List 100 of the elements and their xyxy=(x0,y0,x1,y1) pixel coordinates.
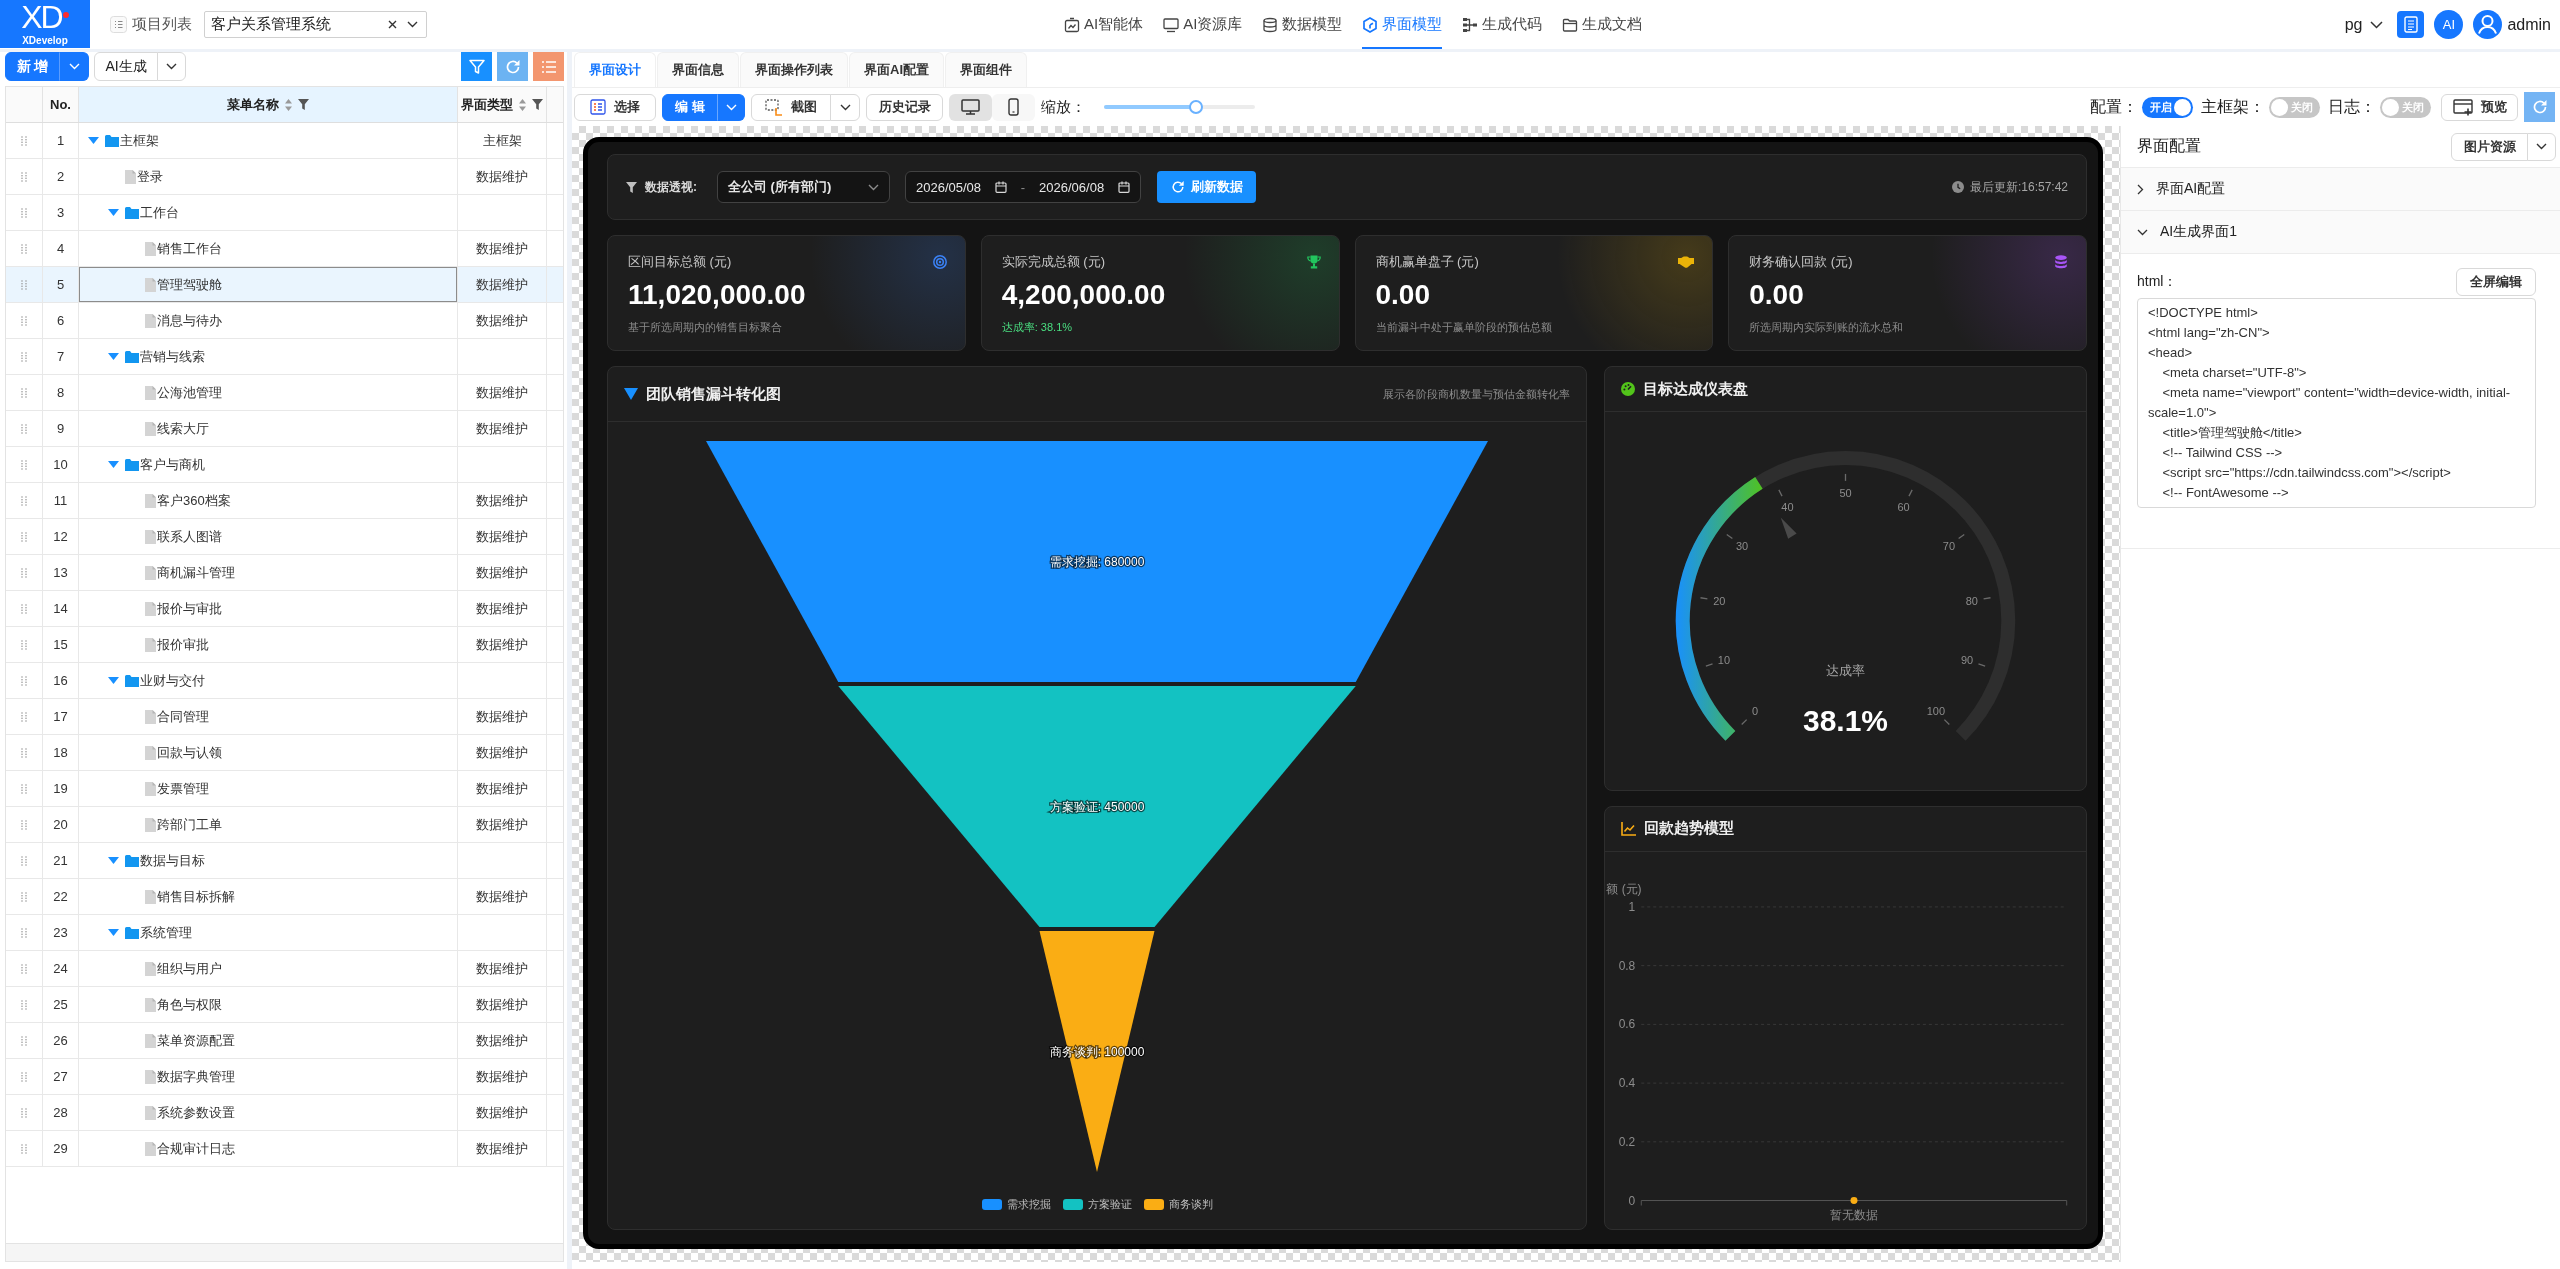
table-row[interactable]: 17 合同管理 数据维护 xyxy=(6,699,563,735)
calendar-icon[interactable] xyxy=(994,181,1007,193)
table-row[interactable]: 19 发票管理 数据维护 xyxy=(6,771,563,807)
drag-handle-icon[interactable] xyxy=(21,351,27,362)
table-row[interactable]: 29 合规审计日志 数据维护 xyxy=(6,1131,563,1167)
refresh-button[interactable] xyxy=(497,52,528,81)
drag-handle-icon[interactable] xyxy=(21,999,27,1010)
table-row[interactable]: 14 报价与审批 数据维护 xyxy=(6,591,563,627)
sort-icon[interactable] xyxy=(285,98,292,111)
collapse-header[interactable]: 界面AI配置 xyxy=(2121,167,2560,210)
drag-handle-icon[interactable] xyxy=(21,639,27,650)
drag-handle-icon[interactable] xyxy=(21,855,27,866)
nav-tab[interactable]: 生成文档 xyxy=(1562,0,1643,49)
toggle-switch[interactable]: 开启 xyxy=(2142,96,2193,118)
add-button[interactable]: 新 增 xyxy=(5,52,60,81)
project-select[interactable]: 客户关系管理系统 xyxy=(204,11,427,38)
drag-handle-icon[interactable] xyxy=(21,1143,27,1154)
document-button[interactable] xyxy=(2397,11,2425,38)
table-row[interactable]: 9 线索大厅 数据维护 xyxy=(6,411,563,447)
table-row[interactable]: 22 销售目标拆解 数据维护 xyxy=(6,879,563,915)
tab[interactable]: 界面设计 xyxy=(574,52,656,87)
slider-thumb[interactable] xyxy=(1189,100,1204,114)
language-select[interactable]: pg xyxy=(2344,15,2384,34)
table-row[interactable]: 24 组织与用户 数据维护 xyxy=(6,951,563,987)
drag-handle-icon[interactable] xyxy=(21,927,27,938)
drag-handle-icon[interactable] xyxy=(21,567,27,578)
table-row[interactable]: 27 数据字典管理 数据维护 xyxy=(6,1059,563,1095)
table-row[interactable]: 20 跨部门工单 数据维护 xyxy=(6,807,563,843)
view-mode-button[interactable] xyxy=(992,93,1035,121)
column-header[interactable]: 菜单名称 xyxy=(79,87,458,122)
drag-handle-icon[interactable] xyxy=(21,747,27,758)
table-row[interactable]: 25 角色与权限 数据维护 xyxy=(6,987,563,1023)
table-row[interactable]: 5 管理驾驶舱 数据维护 xyxy=(6,267,563,303)
nav-tab[interactable]: 界面模型 xyxy=(1362,0,1443,49)
edit-button[interactable]: 编 辑 xyxy=(662,93,718,121)
drag-handle-icon[interactable] xyxy=(21,495,27,506)
table-row[interactable]: 10 客户与商机 xyxy=(6,447,563,483)
tab[interactable]: 界面信息 xyxy=(657,52,739,87)
project-list-link[interactable]: 项目列表 xyxy=(110,15,192,34)
table-row[interactable]: 8 公海池管理 数据维护 xyxy=(6,375,563,411)
image-resources-menu-button[interactable] xyxy=(2527,132,2556,161)
refresh-button[interactable] xyxy=(2524,92,2555,122)
nav-tab[interactable]: AI智能体 xyxy=(1064,0,1144,49)
tab[interactable]: 界面AI配置 xyxy=(849,52,944,87)
table-row[interactable]: 18 回款与认领 数据维护 xyxy=(6,735,563,771)
table-row[interactable]: 7 营销与线索 xyxy=(6,339,563,375)
drag-handle-icon[interactable] xyxy=(21,783,27,794)
drag-handle-icon[interactable] xyxy=(21,891,27,902)
expand-caret-icon[interactable] xyxy=(108,461,119,468)
date-range-field[interactable]: 2026/05/08 - 2026/06/08 xyxy=(905,171,1141,203)
screenshot-button[interactable]: 截图 xyxy=(751,93,831,121)
list-button[interactable] xyxy=(533,52,564,81)
table-row[interactable]: 6 消息与待办 数据维护 xyxy=(6,303,563,339)
add-menu-button[interactable] xyxy=(59,52,89,81)
nav-tab[interactable]: 数据模型 xyxy=(1262,0,1343,49)
select-button[interactable]: 选择 xyxy=(574,93,656,121)
table-row[interactable]: 1 主框架 主框架 xyxy=(6,123,563,159)
table-row[interactable]: 3 工作台 xyxy=(6,195,563,231)
table-row[interactable]: 13 商机漏斗管理 数据维护 xyxy=(6,555,563,591)
drag-handle-icon[interactable] xyxy=(21,1035,27,1046)
screenshot-menu-button[interactable] xyxy=(830,93,860,121)
drag-handle-icon[interactable] xyxy=(21,963,27,974)
drag-handle-icon[interactable] xyxy=(21,279,27,290)
image-resources-button[interactable]: 图片资源 xyxy=(2451,132,2528,161)
table-row[interactable]: 15 报价审批 数据维护 xyxy=(6,627,563,663)
history-button[interactable]: 历史记录 xyxy=(866,93,943,121)
tab[interactable]: 界面操作列表 xyxy=(740,52,848,87)
zoom-slider[interactable] xyxy=(1104,100,1255,114)
expand-caret-icon[interactable] xyxy=(108,857,119,864)
calendar-icon[interactable] xyxy=(1118,181,1130,193)
filter-button[interactable] xyxy=(461,52,492,81)
table-row[interactable]: 21 数据与目标 xyxy=(6,843,563,879)
fullscreen-edit-button[interactable]: 全屏编辑 xyxy=(2456,268,2536,296)
drag-handle-icon[interactable] xyxy=(21,459,27,470)
drag-handle-icon[interactable] xyxy=(21,675,27,686)
user-name[interactable]: admin xyxy=(2507,15,2551,34)
sort-icon[interactable] xyxy=(519,98,526,111)
expand-caret-icon[interactable] xyxy=(108,353,119,360)
ai-generate-button[interactable]: AI生成 xyxy=(94,52,158,81)
ai-button[interactable]: AI xyxy=(2434,10,2464,39)
drag-handle-icon[interactable] xyxy=(21,243,27,254)
table-row[interactable]: 16 业财与交付 xyxy=(6,663,563,699)
table-row[interactable]: 26 菜单资源配置 数据维护 xyxy=(6,1023,563,1059)
expand-caret-icon[interactable] xyxy=(108,929,119,936)
table-row[interactable]: 28 系统参数设置 数据维护 xyxy=(6,1095,563,1131)
view-mode-button[interactable] xyxy=(949,93,992,121)
expand-caret-icon[interactable] xyxy=(88,137,99,144)
filter-icon[interactable] xyxy=(532,99,543,110)
drag-handle-icon[interactable] xyxy=(21,135,27,146)
drag-handle-icon[interactable] xyxy=(21,1107,27,1118)
drag-handle-icon[interactable] xyxy=(21,819,27,830)
drag-handle-icon[interactable] xyxy=(21,423,27,434)
drag-handle-icon[interactable] xyxy=(21,603,27,614)
tab[interactable]: 界面组件 xyxy=(945,52,1027,87)
nav-tab[interactable]: 生成代码 xyxy=(1462,0,1543,49)
table-row[interactable]: 2 登录 数据维护 xyxy=(6,159,563,195)
ai-generate-menu-button[interactable] xyxy=(157,52,186,81)
clear-icon[interactable] xyxy=(388,20,397,29)
html-code-field[interactable]: <!DOCTYPE html> <html lang="zh-CN"> <head> <meta charset="UTF-8"> <meta name="viewport" content="width=device-width, initial-scale=1.0"> <title>管理驾驶舱</title> <!-- Tailwind CSS --> <script src="https://cdn.tailwindcss.com"></script> <!-- FontAwesome --> xyxy=(2137,298,2536,508)
column-header[interactable]: 界面类型 xyxy=(458,87,547,122)
